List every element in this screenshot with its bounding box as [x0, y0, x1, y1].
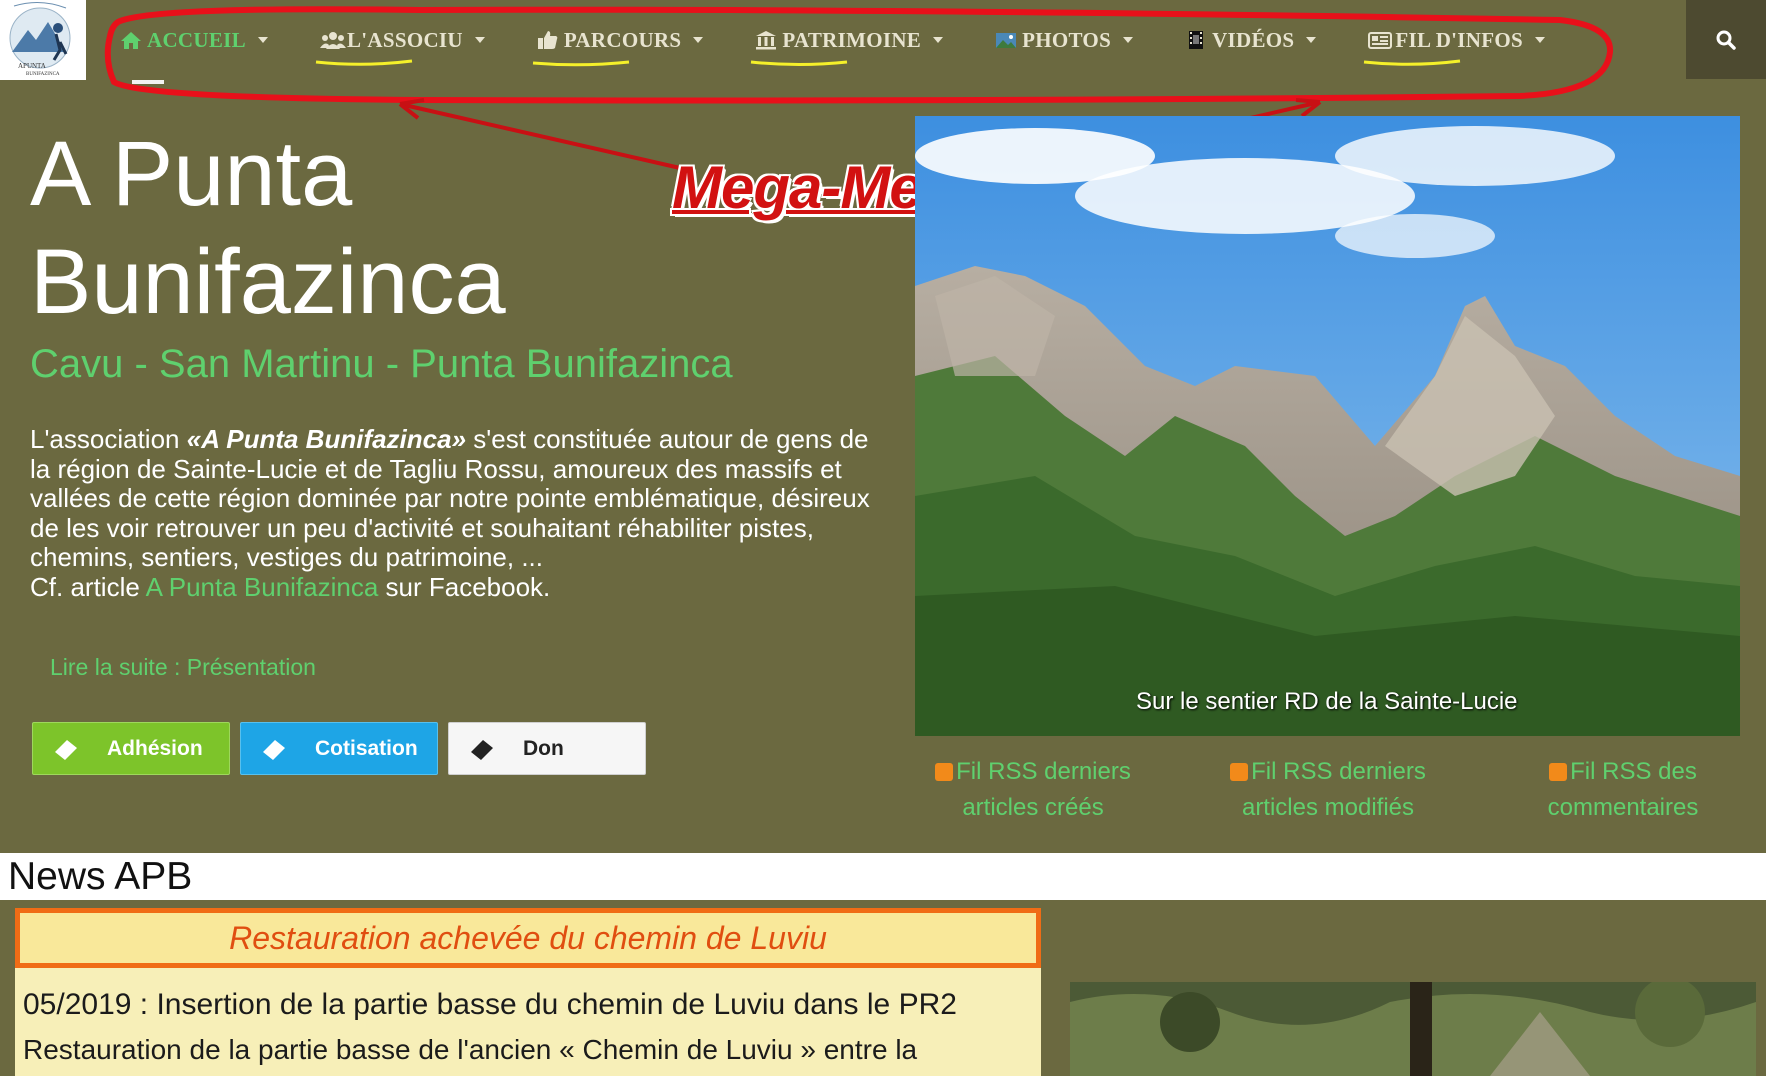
nav-label: L'ASSOCIU: [346, 27, 463, 52]
highlight-underline: [1364, 59, 1461, 66]
button-label: Cotisation: [315, 736, 418, 760]
hero-image: [915, 116, 1740, 736]
highlight-underline: [532, 60, 630, 66]
rss-label: commentaires: [1547, 794, 1699, 821]
rss-label: Fil RSS derniers: [956, 758, 1131, 785]
rss-label: Fil RSS des: [1570, 758, 1697, 785]
cotisation-button[interactable]: Cotisation: [240, 722, 438, 775]
facebook-article-link[interactable]: A Punta Bunifazinca: [146, 572, 379, 602]
top-navbar: APUNTA BUNIFAZINCA ACCUEIL L'ASSOCIU PAR…: [0, 0, 1766, 80]
chevron-down-icon: [1306, 37, 1317, 43]
cf-text: Cf. article: [30, 571, 146, 602]
rss-icon: [1230, 763, 1249, 781]
nav-label: VIDÉOS: [1212, 27, 1295, 52]
site-title: A Punta Bunifazinca: [30, 123, 506, 333]
ticket-icon: [259, 738, 289, 760]
image-caption: Sur le sentier RD de la Sainte-Lucie: [1136, 688, 1518, 715]
chevron-down-icon: [1534, 37, 1545, 43]
image-icon: [995, 30, 1017, 50]
chevron-down-icon: [257, 37, 268, 43]
chevron-down-icon: [1123, 37, 1134, 43]
nav-item-patrimoine[interactable]: PATRIMOINE: [751, 27, 944, 66]
rss-comments-link[interactable]: Fil RSS des commentaires: [1508, 754, 1738, 826]
don-button[interactable]: Don: [448, 722, 646, 775]
chevron-down-icon: [933, 37, 944, 43]
rss-icon: [1549, 763, 1568, 781]
nav-item-photos[interactable]: PHOTOS: [995, 27, 1134, 53]
nav-label: PATRIMOINE: [782, 27, 922, 52]
search-button[interactable]: [1686, 0, 1766, 79]
film-icon: [1185, 30, 1207, 50]
ticket-icon: [467, 738, 497, 760]
adhesion-button[interactable]: Adhésion: [32, 722, 230, 775]
intro-paragraph: L'association «A Punta Bunifazinca» s'es…: [30, 424, 870, 603]
intro-association-name: «A Punta Bunifazinca»: [186, 424, 467, 454]
site-logo[interactable]: APUNTA BUNIFAZINCA: [0, 0, 86, 80]
news-header-bar: [0, 853, 1766, 900]
article-thumbnail[interactable]: [1070, 982, 1756, 1076]
svg-text:BUNIFAZINCA: BUNIFAZINCA: [26, 72, 60, 77]
button-label: Adhésion: [107, 736, 203, 760]
article-headline: Restauration achevée du chemin de Luviu: [229, 919, 827, 956]
article-headline-box[interactable]: Restauration achevée du chemin de Luviu: [15, 908, 1041, 968]
news-section-title: News APB: [8, 855, 193, 898]
chevron-down-icon: [693, 37, 704, 43]
news-article: Restauration achevée du chemin de Luviu …: [15, 908, 1041, 1076]
nav-item-parcours[interactable]: PARCOURS: [532, 27, 704, 66]
mega-menu: ACCUEIL L'ASSOCIU PARCOURS PATRIMOINE PH…: [120, 0, 1545, 80]
ticket-icon: [51, 738, 81, 760]
intro-text: L'association: [30, 424, 187, 454]
site-subtitle: Cavu - San Martinu - Punta Bunifazinca: [30, 342, 733, 386]
highlight-underline: [315, 59, 413, 66]
chevron-down-icon: [474, 37, 485, 43]
cf-text: sur Facebook.: [378, 571, 551, 602]
nav-item-fil-infos[interactable]: FIL D'INFOS: [1364, 27, 1545, 66]
rss-created-link[interactable]: Fil RSS derniers articles créés: [918, 754, 1148, 826]
read-more-link[interactable]: Lire la suite : Présentation: [50, 654, 316, 681]
button-label: Don: [523, 736, 564, 760]
highlight-underline: [751, 60, 848, 66]
rss-label: articles créés: [962, 794, 1104, 821]
action-buttons: Adhésion Cotisation Don: [32, 722, 656, 775]
nav-label: ACCUEIL: [147, 27, 246, 52]
nav-label: PHOTOS: [1022, 27, 1112, 52]
article-excerpt: Restauration de la partie basse de l'anc…: [23, 1034, 918, 1065]
thumbs-up-icon: [537, 30, 559, 50]
rss-icon: [935, 763, 954, 781]
newspaper-icon: [1368, 30, 1393, 50]
nav-label: FIL D'INFOS: [1395, 27, 1523, 52]
nav-item-accueil[interactable]: ACCUEIL: [120, 28, 268, 53]
article-title[interactable]: 05/2019 : Insertion de la partie basse d…: [23, 988, 957, 1022]
nav-item-videos[interactable]: VIDÉOS: [1185, 27, 1317, 53]
svg-text:APUNTA: APUNTA: [18, 62, 46, 70]
users-icon: [319, 30, 346, 50]
home-icon: [120, 30, 142, 50]
rss-modified-link[interactable]: Fil RSS derniers articles modifiés: [1213, 754, 1443, 826]
nav-item-associu[interactable]: L'ASSOCIU: [315, 27, 485, 66]
nav-label: PARCOURS: [563, 27, 682, 52]
rss-label: articles modifiés: [1241, 794, 1415, 821]
search-icon: [1716, 30, 1736, 50]
institution-icon: [755, 30, 777, 50]
rss-label: Fil RSS derniers: [1251, 758, 1426, 785]
active-indicator: [132, 80, 164, 84]
